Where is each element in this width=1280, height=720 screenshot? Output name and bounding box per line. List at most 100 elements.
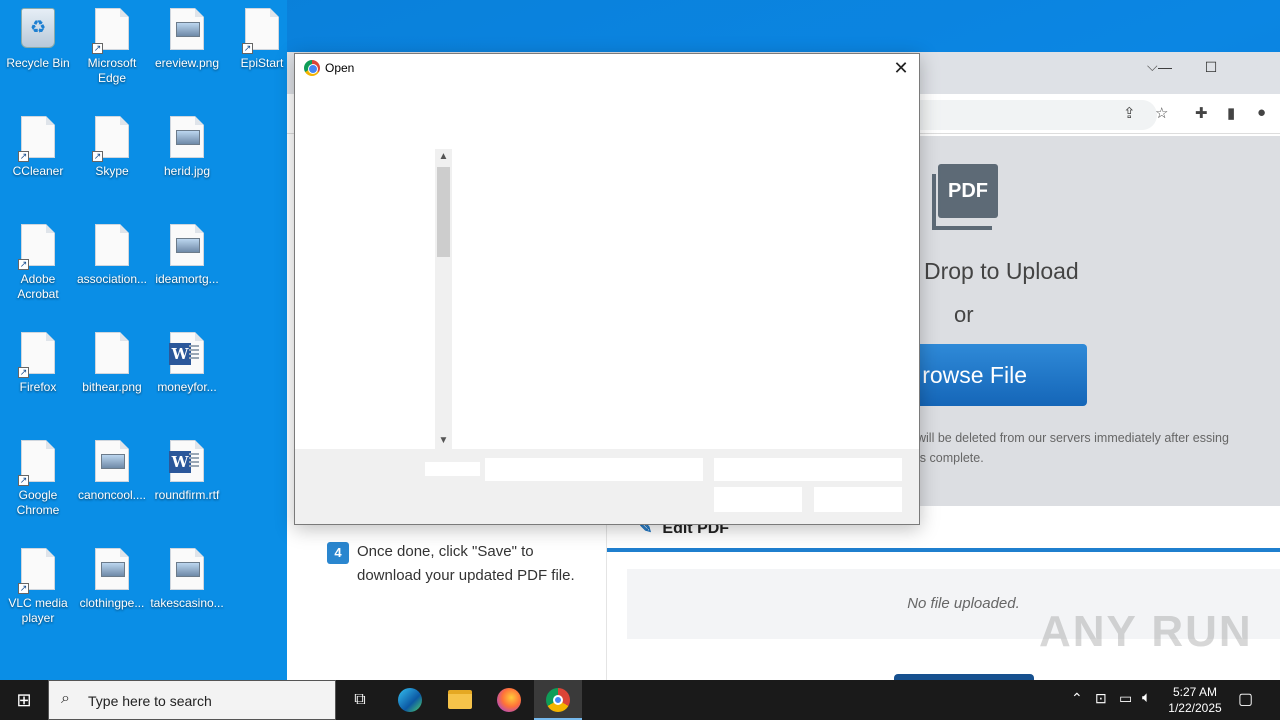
side-panel-icon[interactable]: ▮ — [1227, 104, 1235, 122]
firefox-taskbar-icon[interactable] — [497, 688, 521, 712]
shortcut-arrow-icon: ↗ — [92, 151, 103, 162]
desktop-icon-vlc[interactable]: ↗ VLC media player — [0, 540, 76, 626]
desktop-icon-ereview[interactable]: ereview.png — [149, 0, 225, 71]
shortcut-arrow-icon: ↗ — [18, 259, 29, 270]
desktop-icon-ideamortg[interactable]: ideamortg... — [149, 216, 225, 287]
desktop-icon-moneyfor[interactable]: W moneyfor... — [149, 324, 225, 395]
pdf-file-icon: PDF — [932, 164, 998, 230]
dialog-title: Open — [325, 61, 355, 75]
word-document-icon: W — [169, 332, 204, 374]
desktop-icon-label: Adobe Acrobat — [17, 272, 59, 301]
share-icon[interactable]: ⇪ — [1123, 104, 1136, 122]
dialog-scrollbar[interactable]: ▲ ▼ — [435, 149, 452, 449]
file-name-label-placeholder — [425, 462, 480, 476]
shortcut-arrow-icon: ↗ — [242, 43, 253, 54]
device-icon[interactable]: ⊡ — [1095, 690, 1107, 707]
scroll-thumb[interactable] — [437, 167, 450, 257]
desktop-icon-canoncool[interactable]: canoncool.... — [74, 432, 150, 503]
step-text: Once done, click "Save" to download your… — [357, 543, 575, 584]
taskbar: ⊞ ⌕ Type here to search ⧉ ⌃ ⊡ ▭ 🔈︎ 5:27 … — [0, 680, 1280, 720]
desktop-icon-label: ereview.png — [154, 56, 220, 70]
notifications-icon[interactable]: ▢ — [1238, 689, 1253, 709]
desktop-icon-ccleaner[interactable]: ↗ CCleaner — [0, 108, 76, 179]
clock-time: 5:27 AM — [1172, 685, 1218, 699]
desktop-icon-herid[interactable]: herid.jpg — [149, 108, 225, 179]
desktop-icon-label: Skype — [95, 164, 129, 178]
step-number: 4 — [327, 542, 349, 564]
image-file-icon — [170, 116, 204, 158]
minimize-icon[interactable]: — — [1142, 52, 1188, 84]
or-text: or — [954, 302, 974, 327]
chrome-taskbar-icon — [546, 688, 570, 712]
shortcut-arrow-icon: ↗ — [18, 151, 29, 162]
file-type-select[interactable] — [714, 458, 902, 481]
desktop-icon-label: canoncool.... — [77, 488, 147, 502]
bookmark-star-icon[interactable]: ☆ — [1155, 104, 1168, 122]
desktop-icon-label: Microsoft Edge — [87, 56, 137, 85]
recycle-bin-icon — [21, 8, 55, 48]
desktop-icon-clothingpe[interactable]: clothingpe... — [74, 540, 150, 611]
desktop-icon-label: CCleaner — [12, 164, 64, 178]
file-explorer-icon[interactable] — [448, 690, 472, 709]
open-button[interactable] — [714, 487, 802, 512]
word-document-icon: W — [169, 440, 204, 482]
clock[interactable]: 5:27 AM 1/22/2025 — [1162, 684, 1228, 716]
profile-icon[interactable]: ● — [1257, 104, 1266, 121]
chrome-icon — [304, 60, 320, 76]
desktop-icon-bithear[interactable]: bithear.png — [74, 324, 150, 395]
search-icon: ⌕ — [61, 690, 70, 707]
dialog-footer — [295, 449, 919, 524]
desktop-icon-takescasino[interactable]: takescasino... — [149, 540, 225, 611]
desktop-icon-label: Firefox — [19, 380, 57, 394]
desktop-icon-adobe-acrobat[interactable]: ↗ Adobe Acrobat — [0, 216, 76, 302]
taskbar-search-box[interactable]: ⌕ Type here to search — [48, 680, 336, 720]
desktop-icon-edge[interactable]: ↗ Microsoft Edge — [74, 0, 150, 86]
desktop-icon-roundfirm[interactable]: W roundfirm.rtf — [149, 432, 225, 503]
privacy-note: will be deleted from our servers immedia… — [917, 431, 1229, 465]
image-file-icon — [95, 548, 129, 590]
desktop-icon-recycle-bin[interactable]: Recycle Bin — [0, 0, 76, 71]
scroll-down-icon[interactable]: ▼ — [435, 433, 452, 449]
desktop-icon-label: VLC media player — [8, 596, 68, 625]
desktop-icon-label: takescasino... — [150, 596, 224, 610]
task-view-icon[interactable]: ⧉ — [347, 680, 373, 720]
file-icon — [95, 224, 129, 266]
tray-chevron-icon[interactable]: ⌃ — [1071, 690, 1083, 707]
address-bar[interactable] — [907, 100, 1157, 130]
image-file-icon — [170, 224, 204, 266]
volume-icon[interactable]: 🔈︎ — [1142, 689, 1151, 706]
desktop-icon-google-chrome[interactable]: ↗ Google Chrome — [0, 432, 76, 518]
shortcut-arrow-icon: ↗ — [18, 583, 29, 594]
desktop-icon-label: association... — [76, 272, 148, 286]
shortcut-arrow-icon: ↗ — [18, 367, 29, 378]
chrome-taskbar-button[interactable] — [534, 680, 582, 720]
desktop-icon-label: herid.jpg — [163, 164, 211, 178]
desktop-icon-skype[interactable]: ↗ Skype — [74, 108, 150, 179]
maximize-icon[interactable]: ☐ — [1188, 52, 1234, 84]
desktop-icon-label: roundfirm.rtf — [154, 488, 220, 502]
window-controls: — ☐ ✕ — [1142, 52, 1280, 84]
desktop-icon-label: clothingpe... — [79, 596, 145, 610]
dialog-titlebar: Open ✕ — [295, 54, 919, 84]
network-icon[interactable]: ▭ — [1119, 690, 1132, 707]
desktop-icon-label: Recycle Bin — [6, 56, 70, 70]
search-placeholder: Type here to search — [88, 693, 212, 709]
close-window-icon[interactable]: ✕ — [1234, 52, 1280, 84]
cancel-button[interactable] — [814, 487, 902, 512]
desktop-icon-label: moneyfor... — [157, 380, 217, 394]
image-file-icon — [170, 548, 204, 590]
pdf-badge: PDF — [938, 164, 998, 218]
image-file-icon — [170, 8, 204, 50]
shortcut-arrow-icon: ↗ — [18, 475, 29, 486]
desktop-icon-firefox[interactable]: ↗ Firefox — [0, 324, 76, 395]
anyrun-watermark: ANY RUN — [1039, 607, 1253, 656]
edge-taskbar-icon[interactable] — [398, 688, 422, 712]
extensions-icon[interactable]: ✚ — [1195, 104, 1208, 122]
dialog-close-button[interactable]: ✕ — [889, 57, 913, 81]
desktop-icon-association[interactable]: association... — [74, 216, 150, 287]
shortcut-arrow-icon: ↗ — [92, 43, 103, 54]
windows-start-icon[interactable]: ⊞ — [0, 680, 48, 720]
scroll-up-icon[interactable]: ▲ — [435, 149, 452, 165]
file-name-input[interactable] — [485, 458, 703, 481]
desktop-icon-label: bithear.png — [82, 380, 142, 394]
